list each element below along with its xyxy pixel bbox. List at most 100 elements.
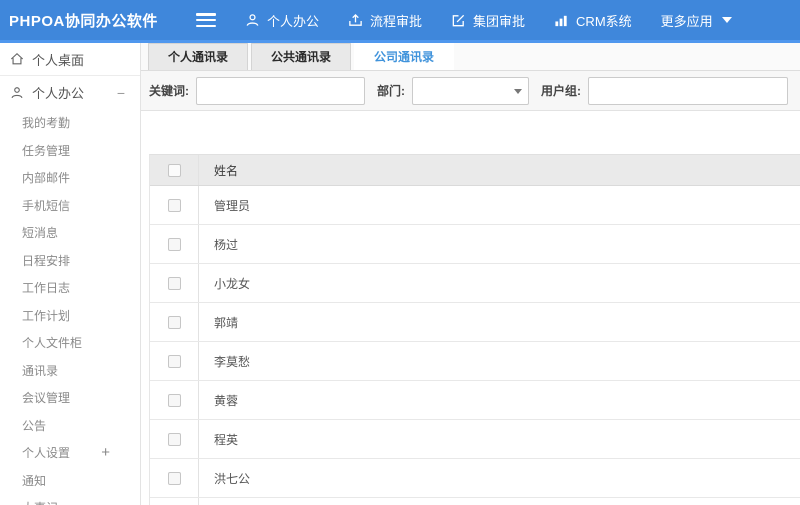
- select-all-checkbox[interactable]: [167, 163, 181, 177]
- sidebar-item-label: 工作日志: [22, 281, 71, 296]
- sidebar-item-label: 公告: [22, 418, 47, 433]
- sidebar-item-notifications[interactable]: 通知: [0, 467, 140, 495]
- sidebar-item-personal-office[interactable]: 个人办公 −: [0, 76, 140, 109]
- contact-name[interactable]: 洪七公: [199, 459, 800, 497]
- row-checkbox[interactable]: [167, 315, 181, 329]
- tab-company-contacts[interactable]: 公司通讯录: [354, 43, 455, 70]
- keyword-input[interactable]: [196, 76, 365, 105]
- hamburger-menu-icon[interactable]: [196, 13, 216, 27]
- home-icon: [10, 52, 24, 66]
- row-checkbox[interactable]: [167, 276, 181, 290]
- collapse-toggle-icon[interactable]: −: [117, 86, 125, 100]
- sidebar-item-work-log[interactable]: 工作日志: [0, 274, 140, 302]
- sidebar-item-label: 个人设置: [22, 446, 71, 461]
- person-icon: [10, 86, 24, 100]
- table-row-partial: [150, 498, 800, 505]
- sidebar-item-label: 通知: [22, 473, 47, 488]
- contacts-table: 姓名 管理员 杨过 小龙女 郭靖 李莫愁 黄蓉 程英 洪七公: [149, 154, 800, 505]
- sidebar-item-internal-mail[interactable]: 内部邮件: [0, 164, 140, 192]
- row-checkbox[interactable]: [167, 237, 181, 251]
- contact-name[interactable]: 小龙女: [199, 264, 800, 302]
- expand-toggle-icon[interactable]: +: [101, 445, 110, 460]
- sidebar-item-mobile-sms[interactable]: 手机短信: [0, 192, 140, 220]
- person-icon: [245, 13, 260, 28]
- table-row: 管理员: [150, 186, 800, 225]
- main-content: 个人通讯录 公共通讯录 公司通讯录 关键词: 部门: 用户组: 姓名 管理员 杨…: [141, 43, 800, 505]
- nav-item-workflow-approval[interactable]: 流程审批: [348, 11, 422, 30]
- usergroup-input[interactable]: [588, 76, 788, 105]
- contact-name[interactable]: 李莫愁: [199, 342, 800, 380]
- table-row: 小龙女: [150, 264, 800, 303]
- sidebar-item-meetings[interactable]: 会议管理: [0, 384, 140, 412]
- table-row: 杨过: [150, 225, 800, 264]
- sidebar-item-label: 工作计划: [22, 308, 71, 323]
- table-row: 黄蓉: [150, 381, 800, 420]
- row-checkbox[interactable]: [167, 198, 181, 212]
- sidebar-section-label: 个人办公: [32, 86, 85, 101]
- sidebar-item-work-plan[interactable]: 工作计划: [0, 302, 140, 330]
- tab-bar: 个人通讯录 公共通讯录 公司通讯录: [141, 43, 800, 71]
- contact-name[interactable]: 杨过: [199, 225, 800, 263]
- department-label: 部门:: [377, 84, 405, 99]
- contact-name[interactable]: 管理员: [199, 186, 800, 224]
- nav-item-personal-office[interactable]: 个人办公: [245, 11, 319, 30]
- sidebar-item-tasks[interactable]: 任务管理: [0, 137, 140, 165]
- nav-label: CRM系统: [576, 13, 632, 29]
- table-row: 郭靖: [150, 303, 800, 342]
- sidebar-item-schedule[interactable]: 日程安排: [0, 247, 140, 275]
- sidebar-item-personal-desktop[interactable]: 个人桌面: [0, 43, 140, 76]
- upload-icon: [348, 13, 363, 28]
- top-bar: PHPOA协同办公软件 个人办公 流程审批 集团审批 CRM系统 更多应用: [0, 0, 800, 40]
- tab-public-contacts[interactable]: 公共通讯录: [251, 43, 352, 70]
- sidebar-item-label: 任务管理: [22, 143, 71, 158]
- table-row: 程英: [150, 420, 800, 459]
- caret-down-icon: [721, 17, 732, 23]
- sidebar-item-label: 手机短信: [22, 198, 71, 213]
- usergroup-label: 用户组:: [541, 84, 581, 99]
- app-title: PHPOA协同办公软件: [9, 12, 158, 30]
- tab-personal-contacts[interactable]: 个人通讯录: [148, 43, 249, 70]
- row-checkbox[interactable]: [167, 354, 181, 368]
- keyword-label: 关键词:: [149, 84, 189, 99]
- sidebar-item-file-cabinet[interactable]: 个人文件柜: [0, 329, 140, 357]
- sidebar-item-label: 日程安排: [22, 253, 71, 268]
- sidebar-item-label: 大事记: [22, 499, 58, 505]
- nav-label: 更多应用: [660, 13, 713, 29]
- department-select[interactable]: [412, 76, 529, 105]
- table-row: 李莫愁: [150, 342, 800, 381]
- content-spacer: [141, 111, 800, 154]
- nav-label: 个人办公: [267, 13, 320, 29]
- sidebar-item-short-messages[interactable]: 短消息: [0, 219, 140, 247]
- table-header: 姓名: [150, 155, 800, 186]
- sidebar-item-attendance[interactable]: 我的考勤: [0, 109, 140, 137]
- row-checkbox[interactable]: [167, 471, 181, 485]
- sidebar-item-label: 个人文件柜: [22, 336, 83, 351]
- sidebar-item-announcements[interactable]: 公告: [0, 412, 140, 440]
- contact-name[interactable]: 郭靖: [199, 303, 800, 341]
- contact-name[interactable]: 程英: [199, 420, 800, 458]
- sidebar-section-label: 个人桌面: [32, 52, 85, 68]
- sidebar-item-label: 短消息: [22, 226, 59, 241]
- sidebar-item-label: 会议管理: [22, 391, 71, 406]
- row-checkbox[interactable]: [167, 432, 181, 446]
- sidebar-item-events[interactable]: 大事记: [0, 494, 140, 505]
- name-column-header: 姓名: [214, 163, 239, 178]
- nav-item-crm[interactable]: CRM系统: [554, 11, 632, 30]
- app-window: PHPOA协同办公软件 个人办公 流程审批 集团审批 CRM系统 更多应用 个人…: [0, 0, 800, 505]
- contact-name[interactable]: 黄蓉: [199, 381, 800, 419]
- nav-item-more-apps[interactable]: 更多应用: [661, 11, 732, 30]
- sidebar-item-personal-settings[interactable]: 个人设置 +: [0, 439, 140, 467]
- nav-item-group-approval[interactable]: 集团审批: [451, 11, 525, 30]
- sidebar: 个人桌面 个人办公 − 我的考勤 任务管理 内部邮件 手机短信 短消息 日程安排…: [0, 43, 141, 505]
- sidebar-item-label: 内部邮件: [22, 171, 71, 186]
- filter-bar: 关键词: 部门: 用户组:: [141, 70, 800, 112]
- bar-chart-icon: [554, 13, 569, 28]
- edit-icon: [451, 13, 466, 28]
- sidebar-item-label: 我的考勤: [22, 116, 71, 131]
- sidebar-item-label: 通讯录: [22, 363, 59, 378]
- select-caret-icon: [514, 88, 522, 94]
- sidebar-item-contacts[interactable]: 通讯录: [0, 357, 140, 385]
- nav-label: 集团审批: [473, 13, 526, 29]
- nav-label: 流程审批: [370, 13, 423, 29]
- row-checkbox[interactable]: [167, 393, 181, 407]
